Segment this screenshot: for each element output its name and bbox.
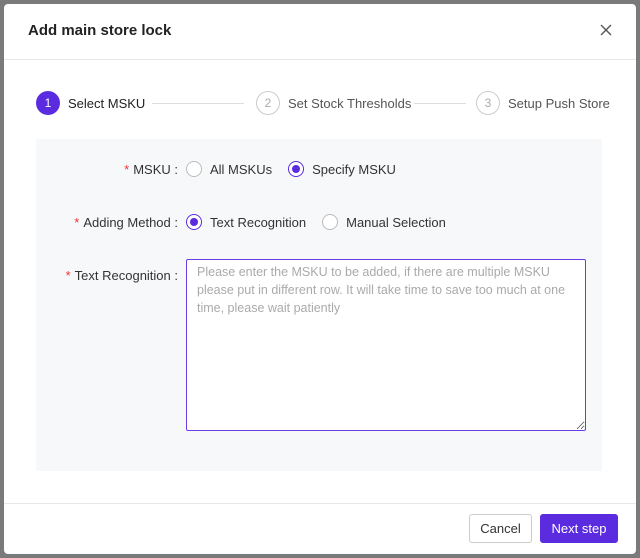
dialog-footer: Cancel Next step <box>4 503 636 554</box>
steps-bar: 1 Select MSKU 2 Set Stock Thresholds 3 S… <box>36 91 610 115</box>
step-3: 3 Setup Push Store <box>476 91 610 115</box>
required-mark: * <box>74 215 80 230</box>
radio-specify-msku-label: Specify MSKU <box>312 161 396 177</box>
text-recognition-label: * Text Recognition : <box>66 268 178 283</box>
cancel-button[interactable]: Cancel <box>469 514 532 543</box>
radio-all-mskus[interactable]: All MSKUs <box>186 161 272 177</box>
step-2-number: 2 <box>256 91 280 115</box>
required-mark: * <box>124 162 130 177</box>
step-2-label: Set Stock Thresholds <box>288 95 412 111</box>
radio-manual-selection[interactable]: Manual Selection <box>322 214 446 230</box>
msku-label-text: MSKU : <box>133 162 178 177</box>
text-recognition-label-text: Text Recognition : <box>74 268 178 283</box>
adding-method-radio-group: Text Recognition Manual Selection <box>186 214 462 230</box>
msku-radio-group: All MSKUs Specify MSKU <box>186 161 412 177</box>
step-1: 1 Select MSKU <box>36 91 145 115</box>
next-step-button[interactable]: Next step <box>540 514 618 543</box>
form-area: * MSKU : All MSKUs Specify MSKU * Adding M… <box>36 139 602 471</box>
step-2: 2 Set Stock Thresholds <box>256 91 411 115</box>
adding-method-row: * Adding Method : Text Recognition Manual… <box>36 213 602 233</box>
radio-manual-selection-label: Manual Selection <box>346 214 446 230</box>
step-3-label: Setup Push Store <box>508 95 610 111</box>
msku-textarea[interactable] <box>186 259 586 431</box>
radio-text-recognition[interactable]: Text Recognition <box>186 214 306 230</box>
msku-label: * MSKU : <box>124 162 178 177</box>
step-connector <box>152 103 244 104</box>
step-3-number: 3 <box>476 91 500 115</box>
radio-circle-unchecked[interactable] <box>186 161 202 177</box>
msku-row: * MSKU : All MSKUs Specify MSKU <box>36 160 602 180</box>
step-connector <box>414 103 466 104</box>
radio-specify-msku[interactable]: Specify MSKU <box>288 161 396 177</box>
radio-circle-checked[interactable] <box>288 161 305 177</box>
dialog-header: Add main store lock <box>4 4 636 60</box>
adding-method-label: * Adding Method : <box>74 215 178 230</box>
step-1-label: Select MSKU <box>68 95 146 111</box>
radio-all-mskus-label: All MSKUs <box>210 161 273 177</box>
adding-method-label-text: Adding Method : <box>83 215 178 230</box>
step-1-number: 1 <box>36 91 60 115</box>
add-main-store-lock-dialog: Add main store lock 1 Select MSKU 2 Set … <box>4 4 636 554</box>
dialog-title: Add main store lock <box>28 22 172 39</box>
close-icon[interactable] <box>598 22 614 38</box>
radio-circle-checked[interactable] <box>186 214 202 230</box>
radio-text-recognition-label: Text Recognition <box>210 214 307 230</box>
required-mark: * <box>65 268 71 283</box>
radio-circle-unchecked[interactable] <box>322 214 339 230</box>
